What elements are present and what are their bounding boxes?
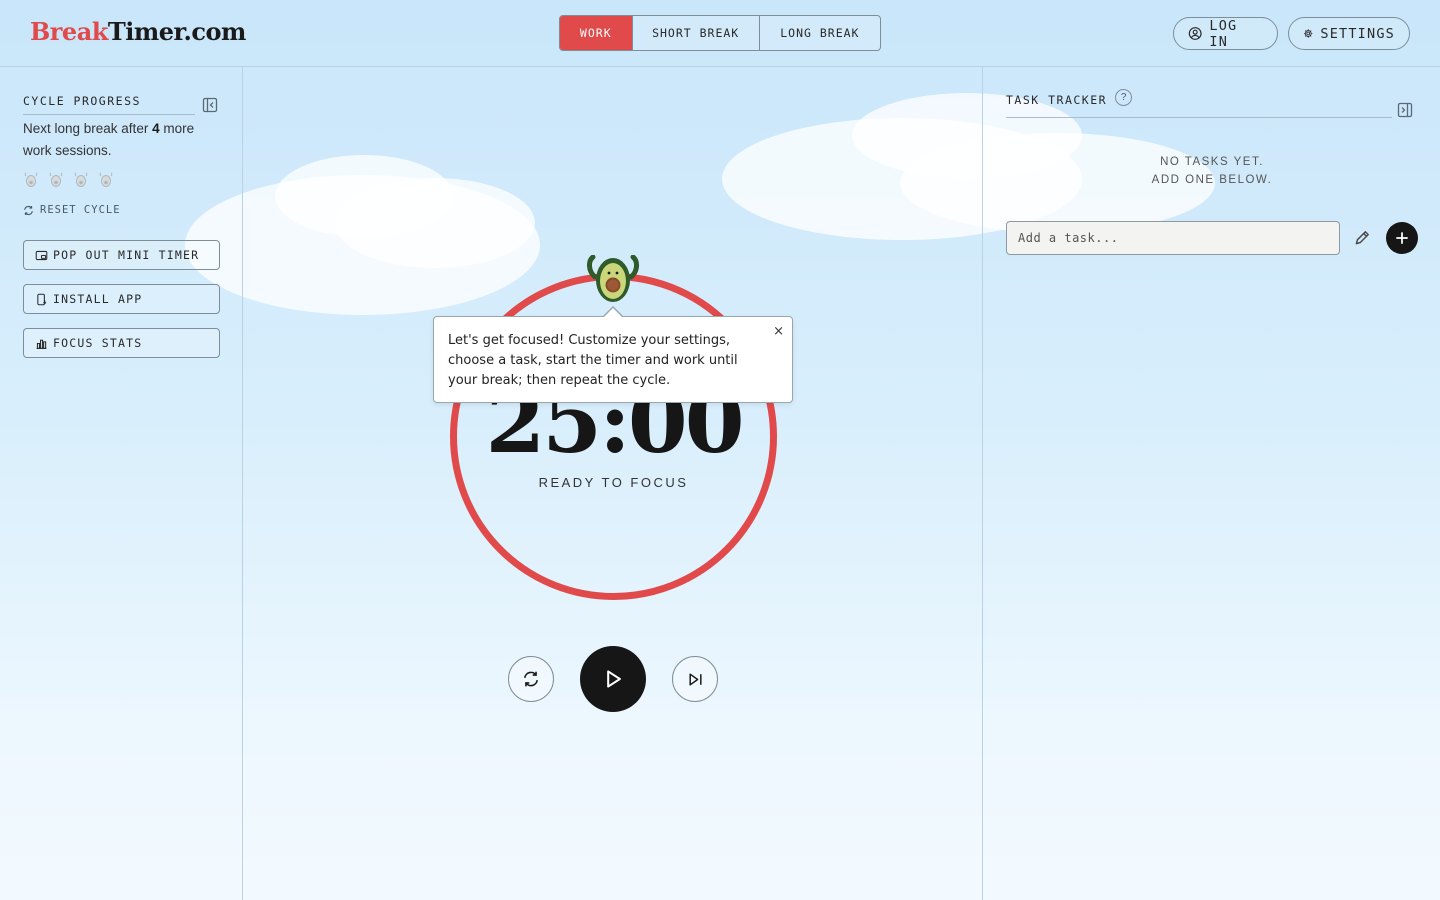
empty-line-2: ADD ONE BELOW. [1151, 174, 1273, 186]
reset-cycle-button[interactable]: RESET CYCLE [23, 204, 121, 216]
login-button[interactable]: LOG IN [1173, 17, 1278, 50]
sessions-remaining-count: 4 [152, 121, 160, 136]
settings-button[interactable]: SETTINGS [1288, 17, 1410, 50]
avocado-mascot-icon [587, 255, 639, 302]
gear-icon [1303, 29, 1313, 38]
tab-long-break[interactable]: LONG BREAK [760, 16, 880, 50]
focus-stats-button[interactable]: FOCUS STATS [23, 328, 220, 358]
tab-work[interactable]: WORK [560, 16, 633, 50]
logo[interactable]: BreakTimer.com [30, 17, 246, 46]
reset-timer-button[interactable] [508, 656, 554, 702]
help-icon[interactable]: ? [1115, 88, 1133, 106]
onboarding-tooltip: Let's get focused! Customize your settin… [433, 316, 793, 403]
cycle-progress-text: Next long break after 4 more work sessio… [23, 118, 213, 162]
install-app-label: INSTALL APP [53, 292, 143, 306]
task-tracker-panel: TASK TRACKER ? NO TASKS YET. ADD ONE BEL… [982, 67, 1440, 900]
pop-out-mini-timer-label: POP OUT MINI TIMER [53, 248, 200, 262]
task-tracker-header: TASK TRACKER ? [1006, 88, 1392, 118]
mode-tabs: WORK SHORT BREAK LONG BREAK [559, 15, 881, 51]
tab-short-break[interactable]: SHORT BREAK [633, 16, 760, 50]
empty-tasks-message: NO TASKS YET. ADD ONE BELOW. [1006, 153, 1418, 189]
task-tracker-title: TASK TRACKER [1006, 93, 1108, 107]
header: BreakTimer.com WORK SHORT BREAK LONG BRE… [0, 0, 1440, 67]
timer-status: READY TO FOCUS [538, 475, 689, 490]
collapse-right-panel-icon[interactable] [1397, 102, 1413, 118]
play-button[interactable] [580, 646, 646, 712]
bar-chart-icon [36, 339, 47, 349]
skip-forward-icon [688, 672, 702, 686]
install-app-button[interactable]: INSTALL APP [23, 284, 220, 314]
logo-accent: Break [30, 17, 108, 46]
tooltip-arrow-fill [604, 308, 622, 317]
cycle-progress-title: CYCLE PROGRESS [23, 94, 195, 115]
focus-stats-label: FOCUS STATS [53, 336, 143, 350]
user-circle-icon [1188, 27, 1202, 40]
play-icon [607, 670, 621, 688]
add-task-button[interactable] [1386, 222, 1418, 254]
skip-button[interactable] [672, 656, 718, 702]
refresh-icon [24, 205, 33, 215]
login-label: LOG IN [1209, 17, 1238, 50]
tooltip-close-button[interactable]: × [773, 322, 784, 342]
session-indicators [23, 172, 114, 188]
reset-cycle-label: RESET CYCLE [40, 204, 121, 216]
refresh-icon [524, 671, 538, 687]
tooltip-text: Let's get focused! Customize your settin… [448, 333, 738, 388]
settings-label: SETTINGS [1320, 25, 1395, 42]
empty-line-1: NO TASKS YET. [1160, 156, 1264, 168]
cycle-text-before: Next long break after [23, 121, 153, 136]
avocado-icon [73, 172, 89, 188]
phone-download-icon [37, 293, 47, 305]
picture-in-picture-icon [35, 250, 48, 260]
avocado-icon [98, 172, 114, 188]
logo-rest: Timer.com [107, 17, 246, 46]
add-task-input[interactable] [1006, 221, 1340, 255]
avocado-icon [48, 172, 64, 188]
pencil-icon[interactable] [1353, 229, 1371, 247]
collapse-left-panel-icon[interactable] [202, 97, 218, 113]
plus-icon [1396, 232, 1408, 244]
cycle-progress-panel: CYCLE PROGRESS Next long break after 4 m… [0, 67, 243, 900]
pop-out-mini-timer-button[interactable]: POP OUT MINI TIMER [23, 240, 220, 270]
avocado-icon [23, 172, 39, 188]
